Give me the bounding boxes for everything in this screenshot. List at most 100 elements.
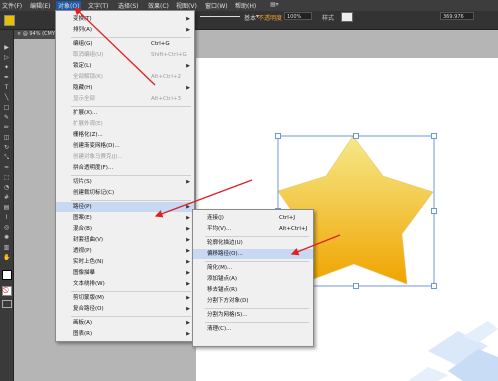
object-menu-item[interactable]: 图表(R) ▶ bbox=[56, 329, 194, 339]
object-menu-item[interactable]: 混合(B) ▶ bbox=[56, 224, 194, 234]
path-menu-item[interactable]: 连接(J) Ctrl+J bbox=[193, 213, 313, 223]
menu-file[interactable]: 文件(F) bbox=[2, 1, 22, 10]
menu-object[interactable]: 对象(O) bbox=[56, 1, 82, 10]
object-menu-item[interactable]: 创建裁切标记(C) bbox=[56, 188, 194, 198]
bounding-handle[interactable] bbox=[275, 133, 281, 139]
x-coordinate-field[interactable]: 369.976 bbox=[440, 12, 474, 20]
submenu-arrow-icon: ▶ bbox=[186, 320, 190, 326]
eraser-tool-icon[interactable]: ◫ bbox=[3, 134, 10, 141]
submenu-arrow-icon: ▶ bbox=[186, 295, 190, 301]
menu-item-label: 清理(C)... bbox=[207, 326, 232, 332]
warp-tool-icon[interactable]: ≈ bbox=[3, 164, 10, 171]
object-menu-item: 全部解锁(K) Alt+Ctrl+2 bbox=[56, 72, 194, 82]
mesh-tool-icon[interactable]: # bbox=[3, 194, 10, 201]
menu-item-label: 透视(P) bbox=[73, 248, 92, 254]
bounding-handle[interactable] bbox=[431, 133, 437, 139]
menu-help[interactable]: 帮助(H) bbox=[235, 1, 256, 10]
menu-item-shortcut: Shift+Ctrl+G bbox=[151, 52, 187, 58]
menu-edit[interactable]: 编辑(E) bbox=[30, 1, 50, 10]
submenu-arrow-icon: ▶ bbox=[186, 63, 190, 69]
path-menu-item[interactable]: 平均(V)... Alt+Ctrl+J bbox=[193, 224, 313, 234]
style-swatch[interactable] bbox=[341, 12, 353, 22]
line-tool-icon[interactable]: ╲ bbox=[3, 94, 10, 101]
path-menu-item[interactable]: 轮廓化描边(U) bbox=[193, 238, 313, 248]
submenu-arrow-icon: ▶ bbox=[186, 281, 190, 287]
eyedropper-tool-icon[interactable]: ⌇ bbox=[3, 214, 10, 221]
submenu-arrow-icon: ▶ bbox=[186, 27, 190, 33]
menu-item-shortcut: Alt+Ctrl+2 bbox=[151, 74, 181, 80]
object-menu-item[interactable]: 路径(P) ▶ bbox=[56, 202, 194, 212]
path-menu-item[interactable]: 移去锚点(R) bbox=[193, 285, 313, 295]
magic-wand-tool-icon[interactable]: ✦ bbox=[3, 64, 10, 71]
bounding-handle[interactable] bbox=[353, 283, 359, 289]
menu-effect[interactable]: 效果(C) bbox=[148, 1, 169, 10]
pencil-tool-icon[interactable]: ✏ bbox=[3, 124, 10, 131]
gradient-tool-icon[interactable]: ▤ bbox=[3, 204, 10, 211]
object-menu-item[interactable]: 图案(E) ▶ bbox=[56, 213, 194, 223]
path-menu-item[interactable]: 简化(M)... bbox=[193, 263, 313, 273]
object-menu-item[interactable]: 扩展(X)... bbox=[56, 108, 194, 118]
menu-item-label: 连接(J) bbox=[207, 215, 224, 221]
object-menu-item[interactable]: 拼合透明度(F)... bbox=[56, 163, 194, 173]
object-menu-item[interactable]: 创建渐变网格(D)... bbox=[56, 141, 194, 151]
shape-builder-tool-icon[interactable]: ◔ bbox=[3, 184, 10, 191]
type-tool-icon[interactable]: T bbox=[3, 84, 10, 91]
opacity-field[interactable]: 100% bbox=[284, 12, 312, 20]
path-menu-item[interactable]: 分割下方对象(D) bbox=[193, 296, 313, 306]
object-menu-item[interactable]: 画板(A) ▶ bbox=[56, 318, 194, 328]
object-menu-item[interactable]: 编组(G) Ctrl+G bbox=[56, 39, 194, 49]
menu-item-label: 锁定(L) bbox=[73, 63, 92, 69]
menu-item-label: 轮廓化描边(U) bbox=[207, 240, 243, 246]
blend-tool-icon[interactable]: ◎ bbox=[3, 224, 10, 231]
paintbrush-tool-icon[interactable]: ✎ bbox=[3, 114, 10, 121]
pen-tool-icon[interactable]: ✒ bbox=[3, 74, 10, 81]
stroke-style-label[interactable]: 基本 bbox=[244, 13, 256, 22]
opacity-label[interactable]: 不透明度 bbox=[258, 13, 282, 22]
fill-color-icon[interactable] bbox=[2, 270, 12, 280]
hand-tool-icon[interactable]: ✋ bbox=[3, 254, 10, 261]
direct-selection-tool-icon[interactable]: ▷ bbox=[3, 54, 10, 61]
screen-mode-icon[interactable] bbox=[2, 300, 12, 308]
selection-tool-icon[interactable]: ▶ bbox=[3, 44, 10, 51]
path-menu-item[interactable]: 偏移路径(O)... bbox=[193, 249, 313, 259]
menu-select[interactable]: 选择(S) bbox=[118, 1, 139, 10]
object-menu-item[interactable]: 实时上色(N) ▶ bbox=[56, 257, 194, 267]
workspace-icon[interactable]: ▦▾ bbox=[270, 1, 279, 8]
path-menu-item[interactable]: 添加锚点(A) bbox=[193, 274, 313, 284]
none-color-icon[interactable]: ⃠ bbox=[2, 286, 12, 296]
style-label: 样式 bbox=[322, 15, 335, 22]
object-menu-item[interactable]: 切片(S) ▶ bbox=[56, 177, 194, 187]
object-menu-item[interactable]: 封套扭曲(V) ▶ bbox=[56, 235, 194, 245]
rotate-tool-icon[interactable]: ↻ bbox=[3, 144, 10, 151]
menu-item-label: 偏移路径(O)... bbox=[207, 251, 243, 257]
menu-item-label: 复合路径(O) bbox=[73, 306, 104, 312]
object-menu-item[interactable]: 锁定(L) ▶ bbox=[56, 61, 194, 71]
document-tab-label: @ 94% (CMYK bbox=[22, 31, 59, 37]
menu-window[interactable]: 窗口(W) bbox=[205, 1, 228, 10]
menu-view[interactable]: 视图(V) bbox=[176, 1, 197, 10]
fill-swatch[interactable] bbox=[4, 15, 15, 26]
object-menu-item[interactable]: 图像描摹 ▶ bbox=[56, 268, 194, 278]
bounding-handle[interactable] bbox=[431, 283, 437, 289]
path-menu-item[interactable]: 分割为网格(S)... bbox=[193, 310, 313, 320]
symbol-sprayer-tool-icon[interactable]: ✺ bbox=[3, 234, 10, 241]
bounding-handle[interactable] bbox=[431, 208, 437, 214]
object-menu-item[interactable]: 透视(P) ▶ bbox=[56, 246, 194, 256]
object-menu-item[interactable]: 复合路径(O) ▶ bbox=[56, 304, 194, 314]
object-menu-item[interactable]: 隐藏(H) ▶ bbox=[56, 83, 194, 93]
menu-item-label: 图像描摹 bbox=[73, 270, 96, 276]
object-menu-item[interactable]: 变换(T) ▶ bbox=[56, 14, 194, 24]
object-menu-item[interactable]: 文本绕排(W) ▶ bbox=[56, 279, 194, 289]
close-icon[interactable]: × bbox=[17, 31, 21, 37]
rectangle-tool-icon[interactable]: □ bbox=[3, 104, 10, 111]
bounding-handle[interactable] bbox=[353, 133, 359, 139]
object-menu-item[interactable]: 排列(A) ▶ bbox=[56, 25, 194, 35]
graph-tool-icon[interactable]: ▥ bbox=[3, 244, 10, 251]
scale-tool-icon[interactable]: ⤡ bbox=[3, 154, 10, 161]
watermark-graphic bbox=[408, 321, 498, 381]
object-menu-item[interactable]: 剪切蒙版(M) ▶ bbox=[56, 293, 194, 303]
free-transform-tool-icon[interactable]: ⬚ bbox=[3, 174, 10, 181]
path-menu-item[interactable]: 清理(C)... bbox=[193, 324, 313, 334]
menu-type[interactable]: 文字(T) bbox=[88, 1, 108, 10]
object-menu-item[interactable]: 栅格化(Z)... bbox=[56, 130, 194, 140]
